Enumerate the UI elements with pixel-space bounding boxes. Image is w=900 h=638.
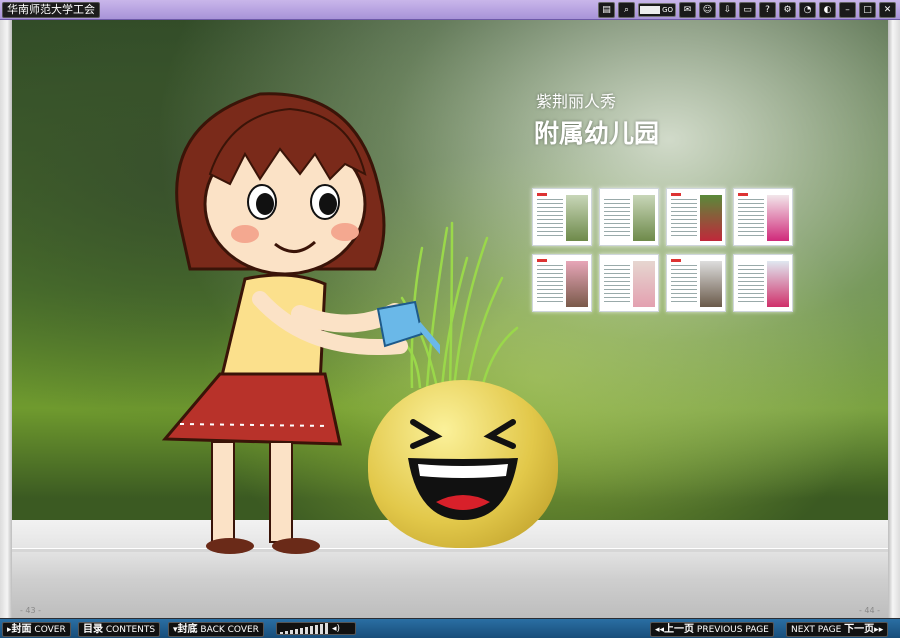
theme-icon[interactable]: ◐	[819, 2, 836, 18]
clock-icon[interactable]: ◔	[799, 2, 816, 18]
book-spread[interactable]: - 43 - - 44 - 紫荆丽人秀 附属幼儿园	[12, 20, 888, 618]
thumbnail[interactable]	[733, 254, 793, 312]
cover-label-cn: 封面	[11, 624, 32, 635]
contents-label-en: CONTENTS	[105, 625, 156, 635]
thumbnail[interactable]	[532, 188, 592, 246]
download-icon[interactable]: ⇩	[719, 2, 736, 18]
next-label-en: NEXT PAGE	[791, 625, 842, 635]
right-page-edge	[888, 20, 900, 618]
settings-icon[interactable]: ⚙	[779, 2, 796, 18]
help-icon[interactable]: ?	[759, 2, 776, 18]
go-button[interactable]: GO	[662, 6, 673, 14]
contents-label-cn: 目录	[83, 624, 103, 635]
printer-icon[interactable]: ▭	[739, 2, 756, 18]
next-label-cn: 下一页	[844, 624, 875, 635]
thumbnail[interactable]	[733, 188, 793, 246]
bottom-nav-bar: ▸封面 COVER 目录 CONTENTS ▾封底 BACK COVER ◂) …	[0, 619, 900, 638]
search-icon[interactable]: ⌕	[618, 2, 635, 18]
thumbnail[interactable]	[532, 254, 592, 312]
sill-edge	[12, 548, 888, 552]
left-page-edge	[0, 20, 12, 618]
toolbar: ▤ ⌕ GO ✉ ☺ ⇩ ▭ ? ⚙ ◔ ◐ – □ ✕	[598, 2, 896, 18]
title-bar: 华南师范大学工会 ▤ ⌕ GO ✉ ☺ ⇩ ▭ ? ⚙ ◔ ◐ – □ ✕	[0, 0, 900, 20]
close-icon[interactable]: ✕	[879, 2, 896, 18]
window-title: 华南师范大学工会	[2, 2, 100, 18]
back-cover-button[interactable]: ▾封底 BACK COVER	[168, 622, 264, 637]
cover-label-en: COVER	[34, 625, 66, 635]
page-number-field[interactable]	[640, 6, 661, 14]
comment-icon[interactable]: ✉	[679, 2, 696, 18]
maximize-icon[interactable]: □	[859, 2, 876, 18]
page-subtitle: 紫荆丽人秀	[536, 92, 617, 111]
minimize-icon[interactable]: –	[839, 2, 856, 18]
thumbnail[interactable]	[599, 188, 659, 246]
page-input[interactable]: GO	[638, 3, 676, 17]
right-page-number: - 44 -	[858, 606, 880, 615]
thumbnail[interactable]	[666, 254, 726, 312]
next-page-button[interactable]: NEXT PAGE 下一页▸▸	[786, 622, 889, 637]
book-icon[interactable]: ▤	[598, 2, 615, 18]
thumbnail[interactable]	[666, 188, 726, 246]
back-cover-label-cn: 封底	[177, 624, 198, 635]
previous-page-button[interactable]: ◂◂上一页 PREVIOUS PAGE	[650, 622, 774, 637]
previous-label-en: PREVIOUS PAGE	[696, 625, 769, 635]
previous-label-cn: 上一页	[664, 624, 695, 635]
thumbnail-grid	[532, 188, 793, 312]
back-cover-label-en: BACK COVER	[200, 625, 259, 635]
user-icon[interactable]: ☺	[699, 2, 716, 18]
girl-illustration	[161, 92, 440, 554]
contents-button[interactable]: 目录 CONTENTS	[78, 622, 161, 637]
speaker-icon[interactable]: ◂)	[332, 624, 340, 634]
cover-button[interactable]: ▸封面 COVER	[2, 622, 71, 637]
page-heading: 附属幼儿园	[534, 119, 660, 148]
left-page-number: - 43 -	[20, 606, 42, 615]
thumbnail[interactable]	[599, 254, 659, 312]
volume-slider[interactable]: ◂)	[276, 622, 356, 635]
